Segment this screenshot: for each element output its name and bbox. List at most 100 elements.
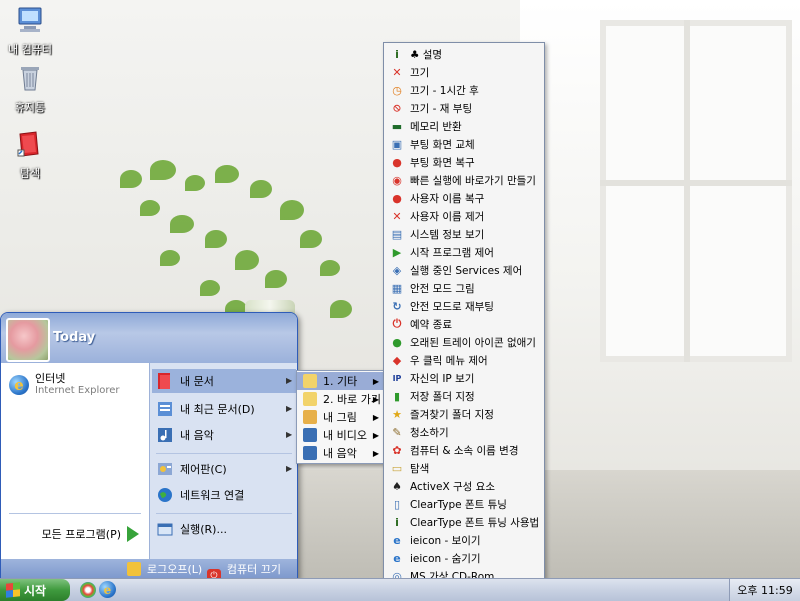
submenu-item-my-music[interactable]: 내 음악 ▶	[297, 444, 385, 462]
etc-menu-item[interactable]: ▶시작 프로그램 제어	[384, 243, 544, 261]
logoff-label: 로그오프(L)	[147, 561, 202, 577]
clock[interactable]: 오후 11:59	[737, 582, 792, 598]
explorer-icon	[14, 128, 46, 160]
etc-menu-item[interactable]: ▣부팅 화면 교체	[384, 135, 544, 153]
avatar[interactable]	[6, 318, 50, 362]
etc-menu-item-label: 컴퓨터 & 소속 이름 변경	[410, 443, 518, 458]
etc-menu-item-label: 우 클릭 메뉴 제어	[410, 353, 488, 368]
music-icon	[303, 446, 317, 460]
desktop-icon-label: 탐색	[0, 165, 60, 181]
desktop-icon-recycle-bin[interactable]: 휴지통	[0, 62, 60, 115]
submenu-item-shortcuts[interactable]: 2. 바로 가기 ▶	[297, 390, 385, 408]
etc-menu-item-label: 메모리 반환	[410, 119, 462, 134]
close-x-icon: ✕	[390, 209, 404, 223]
desktop-icon-explorer[interactable]: 탐색	[0, 128, 60, 181]
control-panel-icon	[156, 460, 174, 478]
menu-item-label: 내 음악	[180, 427, 214, 443]
spade-icon: ♠	[390, 479, 404, 493]
quicklaunch-browser-icon[interactable]	[80, 582, 96, 598]
submenu-item-etc[interactable]: 1. 기타 ▶	[297, 372, 385, 390]
taskbar: 시작 e 오후 11:59	[0, 578, 800, 601]
etc-menu-item-label: ieicon - 숨기기	[410, 551, 481, 566]
etc-menu-item-label: 끄기	[410, 65, 429, 80]
desktop-icon-label: 휴지통	[0, 99, 60, 115]
menu-item-control-panel[interactable]: 제어판(C) ▶	[152, 457, 296, 481]
etc-menu-item[interactable]: ▬메모리 반환	[384, 117, 544, 135]
my-documents-icon	[156, 372, 174, 390]
etc-menu-item[interactable]: ●사용자 이름 복구	[384, 189, 544, 207]
etc-menu-item-label: 청소하기	[410, 425, 449, 440]
submenu-item-my-pictures[interactable]: 내 그림 ▶	[297, 408, 385, 426]
menu-item-my-documents[interactable]: 내 문서 ▶	[152, 369, 296, 393]
menu-item-network[interactable]: 네트워크 연결	[152, 483, 296, 507]
etc-menu-item-label: 즐겨찾기 폴더 지정	[410, 407, 494, 422]
etc-menu-item[interactable]: IP자신의 IP 보기	[384, 369, 544, 387]
etc-menu-item-label: 오래된 트레이 아이콘 없애기	[410, 335, 536, 350]
etc-menu-item[interactable]: ★즐겨찾기 폴더 지정	[384, 405, 544, 423]
etc-menu-item[interactable]: eieicon - 숨기기	[384, 549, 544, 567]
etc-menu-item[interactable]: ◆우 클릭 메뉴 제어	[384, 351, 544, 369]
etc-menu-item[interactable]: ⏻예약 종료	[384, 315, 544, 333]
document-icon: ▯	[390, 497, 404, 511]
key-icon	[127, 562, 141, 576]
desktop-icon-my-computer[interactable]: 내 컴퓨터	[0, 4, 60, 57]
etc-menu-item[interactable]: i♣ 설명	[384, 45, 544, 63]
etc-menu-item[interactable]: ◈실행 중인 Services 제어	[384, 261, 544, 279]
submenu-item-my-videos[interactable]: 내 비디오 ▶	[297, 426, 385, 444]
etc-menu-item[interactable]: ✿컴퓨터 & 소속 이름 변경	[384, 441, 544, 459]
start-menu-header: Today	[1, 313, 297, 363]
music-icon	[156, 426, 174, 444]
start-menu-right-pane: 내 문서 ▶ 내 최근 문서(D) ▶ 내 음악 ▶ 제어판(C) ▶ 네트워크…	[149, 363, 298, 559]
chevron-right-icon: ▶	[373, 413, 379, 422]
video-icon	[303, 428, 317, 442]
etc-menu-item[interactable]: eieicon - 보이기	[384, 531, 544, 549]
etc-menu-item[interactable]: ●부팅 화면 복구	[384, 153, 544, 171]
pinned-subtitle: Internet Explorer	[35, 385, 120, 397]
info-icon: i	[390, 47, 404, 61]
start-button[interactable]: 시작	[0, 579, 70, 601]
all-programs-button[interactable]: 모든 프로그램(P)	[35, 523, 139, 545]
etc-menu-item[interactable]: ✎청소하기	[384, 423, 544, 441]
chevron-right-icon: ▶	[373, 395, 379, 404]
etc-menu-item[interactable]: ●오래된 트레이 아이콘 없애기	[384, 333, 544, 351]
logoff-button[interactable]: 로그오프(L)	[127, 561, 202, 577]
quicklaunch-ie-icon[interactable]: e	[99, 581, 116, 598]
menu-item-recent-documents[interactable]: 내 최근 문서(D) ▶	[152, 397, 296, 421]
etc-menu-item-label: ActiveX 구성 요소	[410, 479, 495, 494]
etc-menu-item-label: ClearType 폰트 튜닝 사용법	[410, 515, 539, 530]
etc-menu-item[interactable]: ▯ClearType 폰트 튜닝	[384, 495, 544, 513]
menu-item-label: 실행(R)...	[180, 521, 227, 537]
pinned-title: 인터넷	[35, 373, 120, 385]
etc-menu-item[interactable]: ▦안전 모드 그림	[384, 279, 544, 297]
ip-icon: IP	[390, 371, 404, 385]
menu-item-my-music[interactable]: 내 음악 ▶	[152, 423, 296, 447]
etc-menu-item-label: 저장 폴더 지정	[410, 389, 475, 404]
etc-menu-item-label: 부팅 화면 교체	[410, 137, 475, 152]
chevron-right-icon: ▶	[286, 464, 292, 473]
menu-item-run[interactable]: 실행(R)...	[152, 517, 296, 541]
etc-menu-item[interactable]: ⦸끄기 - 재 부팅	[384, 99, 544, 117]
chevron-right-icon: ▶	[286, 430, 292, 439]
divider	[156, 513, 292, 514]
etc-menu-item[interactable]: ♠ ActiveX 구성 요소	[384, 477, 544, 495]
etc-menu-item[interactable]: i ClearType 폰트 튜닝 사용법	[384, 513, 544, 531]
submenu-item-label: 1. 기타	[323, 373, 357, 389]
safe-mode-icon: ▦	[390, 281, 404, 295]
info-icon: i	[390, 515, 404, 529]
etc-menu-item-label: 사용자 이름 제거	[410, 209, 484, 224]
etc-menu-item[interactable]: ▭탐색	[384, 459, 544, 477]
etc-menu-item-label: 사용자 이름 복구	[410, 191, 484, 206]
etc-menu-item[interactable]: ✕끄기	[384, 63, 544, 81]
etc-menu-item-label: 안전 모드로 재부팅	[410, 299, 494, 314]
etc-menu-item[interactable]: ↻안전 모드로 재부팅	[384, 297, 544, 315]
etc-menu-item[interactable]: ◉빠른 실행에 바로가기 만들기	[384, 171, 544, 189]
etc-menu-item[interactable]: ✕ 사용자 이름 제거	[384, 207, 544, 225]
start-menu: Today e 인터넷 Internet Explorer 모든 프로그램(P)…	[0, 312, 298, 580]
etc-menu-item[interactable]: ▤시스템 정보 보기	[384, 225, 544, 243]
services-icon: ◈	[390, 263, 404, 277]
etc-menu-item[interactable]: ▮저장 폴더 지정	[384, 387, 544, 405]
pinned-internet-explorer[interactable]: e 인터넷 Internet Explorer	[9, 373, 120, 397]
ie-icon: e	[9, 375, 29, 395]
etc-menu-item[interactable]: ◷끄기 - 1시간 후	[384, 81, 544, 99]
recent-documents-icon	[156, 400, 174, 418]
